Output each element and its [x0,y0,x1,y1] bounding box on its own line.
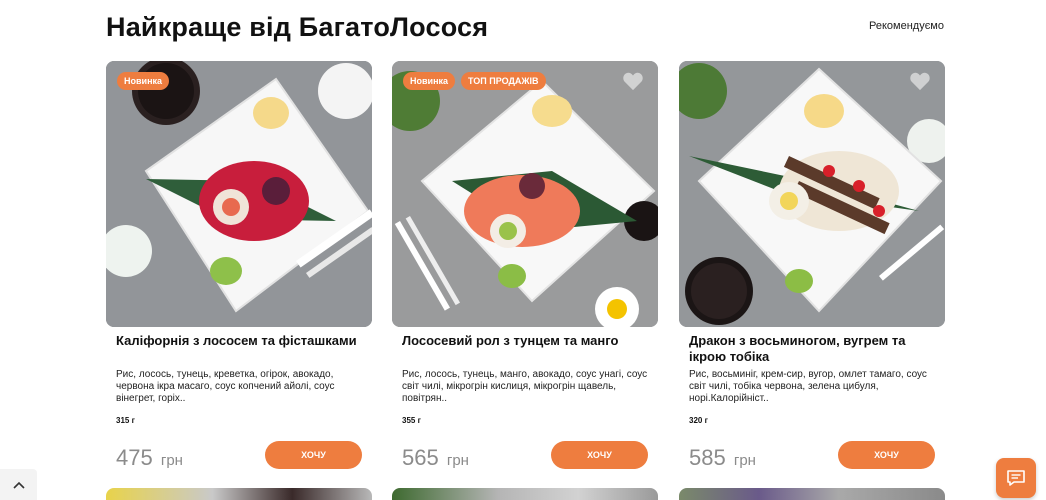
product-weight: 320 г [689,416,708,425]
next-product-photo[interactable] [679,488,945,500]
heart-icon[interactable] [622,71,644,91]
section-title: Найкраще від БагатоЛосося [106,12,489,42]
product-weight: 355 г [402,416,421,425]
sort-dropdown[interactable]: Рекомендуємо [869,20,944,32]
product-photo[interactable]: Новинка [106,61,372,327]
product-name[interactable]: Каліфорнія з лососем та фісташками [116,333,366,349]
product-photo[interactable] [679,61,945,327]
product-name[interactable]: Дракон з восьминогом, вугрем та ікрою то… [689,333,939,365]
next-product-photo[interactable] [392,488,658,500]
next-product-photo[interactable] [106,488,372,500]
product-weight: 315 г [116,416,135,425]
price-currency: грн [160,452,183,469]
product-photo[interactable]: Новинка ТОП ПРОДАЖІВ [392,61,658,327]
product-card[interactable]: Новинка Каліфорнія з лососем та фісташка… [106,61,372,481]
badge-new: Новинка [117,72,170,90]
price-value: 565 [402,445,439,470]
price-value: 475 [116,445,153,470]
price-value: 585 [689,445,726,470]
product-price: 585 грн [689,445,756,471]
add-to-cart-button[interactable]: ХОЧУ [265,441,362,469]
product-price: 475 грн [116,445,183,471]
chat-icon [1007,470,1025,486]
product-description: Рис, восьминіг, крем-сир, вугор, омлет т… [689,369,927,404]
add-to-cart-button[interactable]: ХОЧУ [551,441,648,469]
price-currency: грн [446,452,469,469]
product-name[interactable]: Лососевий рол з тунцем та манго [402,333,652,349]
heart-icon[interactable] [909,71,931,91]
badge-bestseller: ТОП ПРОДАЖІВ [461,72,546,90]
product-price: 565 грн [402,445,469,471]
price-currency: грн [733,452,756,469]
product-card[interactable]: Дракон з восьминогом, вугрем та ікрою то… [679,61,945,481]
product-card[interactable]: Новинка ТОП ПРОДАЖІВ Лососевий рол з тун… [392,61,658,481]
scroll-to-top-button[interactable] [0,469,37,500]
product-description: Рис, лосось, тунець, манго, авокадо, соу… [402,369,648,404]
chat-button[interactable] [996,458,1036,498]
chevron-up-icon [12,481,25,489]
product-description: Рис, лосось, тунець, креветка, огірок, а… [116,369,335,404]
add-to-cart-button[interactable]: ХОЧУ [838,441,935,469]
badge-new: Новинка [403,72,456,90]
